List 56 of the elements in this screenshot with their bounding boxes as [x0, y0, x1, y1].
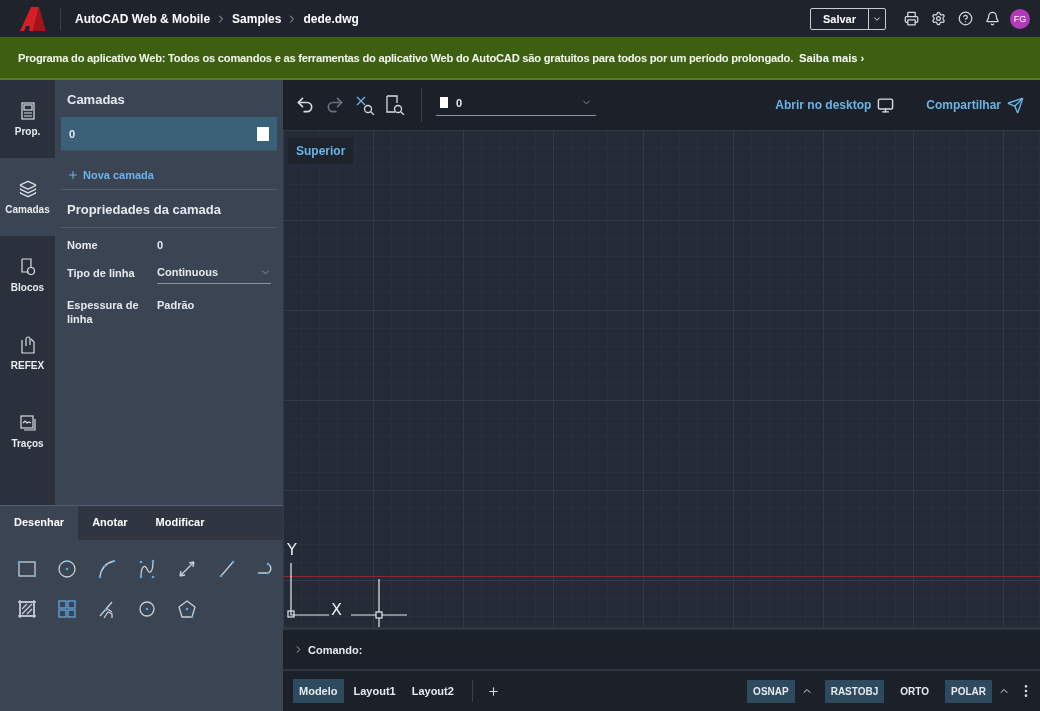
layout-tab[interactable]: Modelo: [293, 679, 344, 703]
sidebar-tab[interactable]: REFEX: [0, 314, 55, 392]
banner-text: Programa do aplicativo Web: Todos os comandos e as ferramentas do aplicativo Web do AutoCAD são gratuitos para todos por um período prolongado.: [18, 51, 794, 64]
sidebar-tab[interactable]: Prop.: [0, 80, 55, 158]
hatch-icon: [16, 598, 38, 620]
tool-tab[interactable]: Anotar: [78, 506, 142, 540]
layer-dropdown[interactable]: 0: [436, 94, 596, 116]
arc-icon: [96, 558, 118, 580]
grid-icon: [56, 598, 78, 620]
property-label: Espessura de linha: [67, 298, 140, 326]
sidebar-tab[interactable]: Blocos: [0, 236, 55, 314]
sidebar-tab[interactable]: Camadas: [0, 158, 55, 236]
pentagon-icon: [176, 598, 198, 620]
status-toggle[interactable]: ORTO: [894, 679, 935, 703]
property-value: 0: [157, 238, 165, 252]
layer-row[interactable]: 0: [61, 117, 277, 151]
command-line[interactable]: Comando:: [308, 643, 363, 656]
double-arrow-icon: [176, 558, 198, 580]
circle-center-icon: [136, 598, 158, 620]
monitor-icon: [877, 96, 895, 114]
rectangle-icon: [16, 558, 38, 580]
status-toggle[interactable]: RASTOBJ: [824, 679, 885, 703]
sidebar-tab[interactable]: Traços: [0, 392, 55, 470]
panel-icon: [19, 101, 36, 120]
learn-more-link[interactable]: Saiba mais ›: [799, 51, 865, 64]
status-toggle[interactable]: POLAR: [945, 679, 992, 703]
circle-icon: [56, 558, 78, 580]
open-desktop-button[interactable]: Abrir no desktop: [769, 95, 901, 115]
new-layer-button[interactable]: Nova camada: [61, 165, 277, 190]
tool-tab[interactable]: Modificar: [141, 506, 219, 540]
breadcrumb-link[interactable]: Samples: [232, 11, 282, 26]
paper-plane-icon: [1007, 96, 1024, 114]
layers-icon: [18, 179, 37, 198]
layer-swatch-icon: [440, 97, 448, 108]
section-title: Propriedades da camada: [66, 201, 222, 219]
plus-icon: [67, 169, 79, 181]
layout-tab[interactable]: Layout2: [405, 679, 460, 703]
zoom-window-icon[interactable]: [383, 93, 407, 117]
layer-name: 0: [69, 127, 76, 140]
linetype-dropdown[interactable]: Continuous: [157, 266, 271, 284]
share-button[interactable]: Compartilhar: [920, 95, 1030, 115]
property-value: Padrão: [157, 298, 196, 312]
panel-title: Camadas: [66, 91, 126, 109]
view-label[interactable]: Superior: [288, 138, 354, 164]
paperclip-document-icon: [19, 335, 36, 354]
layout-tab[interactable]: Layout1: [347, 679, 402, 703]
status-toggle[interactable]: OSNAP: [747, 679, 795, 703]
breadcrumb-link[interactable]: dede.dwg: [303, 11, 359, 26]
logo-icon: [18, 5, 48, 32]
property-label: Tipo de linha: [67, 266, 136, 280]
layer-color-swatch[interactable]: [257, 126, 269, 141]
property-label: Nome: [67, 238, 99, 252]
user-avatar[interactable]: FG: [1010, 8, 1030, 29]
app-name: AutoCAD Web & Mobile: [75, 11, 211, 26]
image-frame-icon: [19, 413, 36, 432]
block-icon: [19, 257, 36, 276]
